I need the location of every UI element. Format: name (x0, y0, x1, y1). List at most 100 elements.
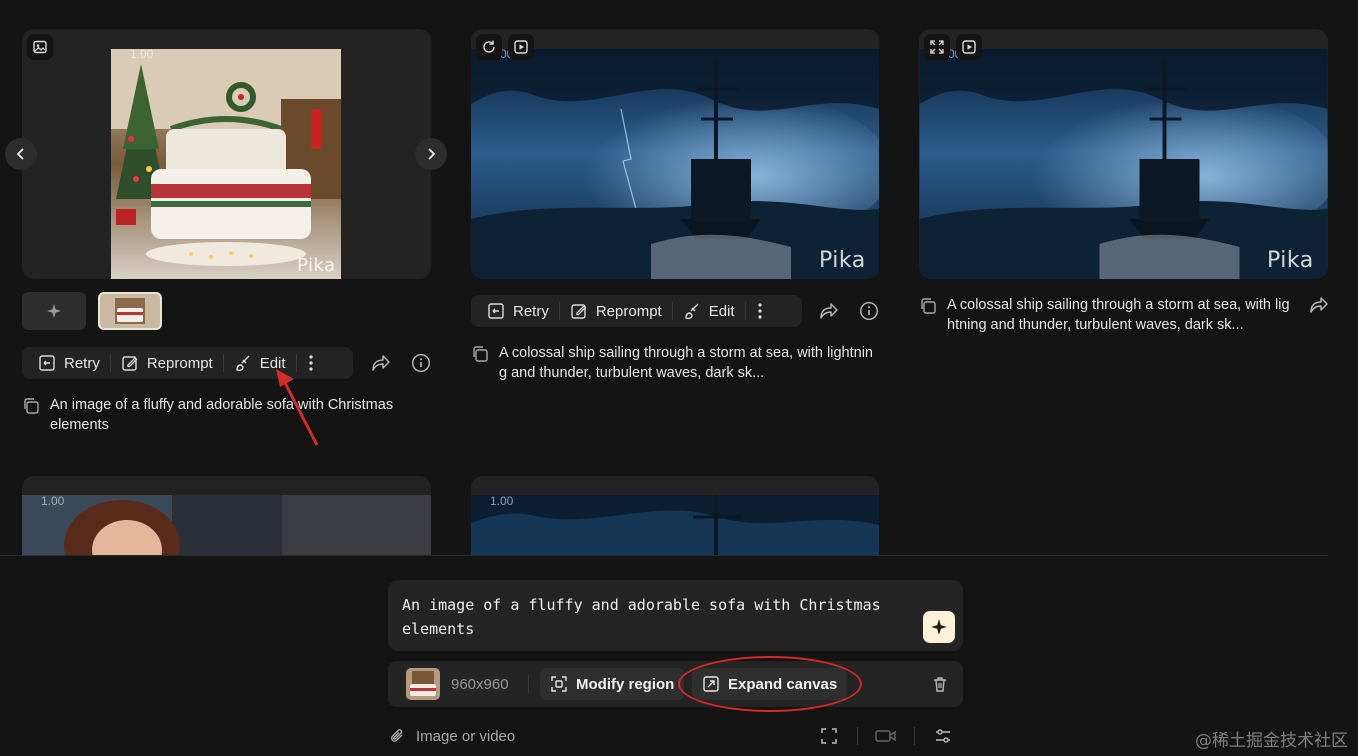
prompt-text[interactable]: An image of a fluffy and adorable sofa w… (402, 593, 922, 641)
region-select-icon (551, 676, 567, 692)
retry-icon (488, 303, 504, 319)
version-label: 1.00 (130, 47, 154, 61)
expand-arrows-icon (930, 40, 944, 54)
thumbnail-image (100, 294, 160, 328)
retry-label: Retry (513, 302, 549, 320)
attach-label: Image or video (416, 727, 516, 745)
sliders-icon (936, 729, 950, 743)
result-card-3[interactable]: 1.00 Pika (919, 29, 1328, 279)
edit-label: Edit (708, 302, 735, 320)
modify-region-button[interactable]: Modify region (540, 668, 685, 700)
annotation-highlight-ellipse (678, 656, 862, 712)
annotation-arrow (276, 369, 319, 446)
retry-icon (39, 355, 55, 371)
divider (914, 727, 915, 745)
add-variation-button[interactable] (22, 292, 86, 330)
edit-pencil-icon (122, 356, 138, 371)
previous-image-button[interactable] (5, 138, 37, 170)
more-options-button[interactable] (746, 299, 774, 323)
result-card-5[interactable]: 1.00 (471, 476, 879, 555)
version-label: 1.00 (41, 494, 65, 508)
chevron-right-icon (428, 148, 436, 160)
reprompt-label: Reprompt (146, 354, 213, 372)
settings-button[interactable] (932, 725, 954, 747)
sparkle-icon (931, 619, 947, 635)
restyle-badge (476, 34, 502, 60)
retry-button[interactable]: Retry (477, 299, 559, 323)
aspect-ratio-button[interactable] (818, 725, 840, 747)
edit-pencil-icon (571, 304, 587, 319)
caption-text: A colossal ship sailing through a storm … (947, 297, 1290, 333)
edit-options-bar: 960x960 Modify region Expand canvas (388, 661, 963, 707)
brush-icon (236, 355, 250, 372)
info-button[interactable] (410, 352, 432, 374)
pika-watermark: Pika (297, 255, 336, 276)
christmas-bedroom-image[interactable] (111, 49, 341, 279)
expand-badge (924, 34, 950, 60)
edit-button[interactable]: Edit (673, 299, 745, 323)
image-type-badge (27, 34, 53, 60)
divider (528, 675, 529, 693)
share-button[interactable] (1308, 294, 1330, 316)
sparkle-icon (47, 304, 61, 318)
pika-watermark: Pika (1267, 248, 1314, 273)
reprompt-button[interactable]: Reprompt (560, 299, 672, 323)
share-button[interactable] (818, 300, 840, 322)
delete-button[interactable] (929, 673, 951, 695)
storm-ship-video[interactable] (471, 49, 879, 279)
version-label: 1.00 (490, 494, 514, 508)
thumbnail-selected[interactable] (98, 292, 162, 330)
resolution-label: 960x960 (451, 676, 509, 693)
card-2-actions: Retry Reprompt Edit (471, 295, 802, 327)
more-vertical-icon (757, 303, 762, 319)
frame-corners-icon (821, 728, 837, 744)
share-icon (820, 303, 838, 319)
video-type-badge (508, 34, 534, 60)
chevron-left-icon (16, 148, 24, 160)
refresh-icon (483, 40, 495, 53)
divider (857, 727, 858, 745)
pika-watermark: Pika (819, 248, 866, 273)
copy-icon[interactable] (919, 297, 937, 315)
prompt-input[interactable]: An image of a fluffy and adorable sofa w… (388, 580, 963, 651)
trash-icon (934, 677, 946, 692)
caption-text: A colossal ship sailing through a storm … (499, 345, 873, 381)
next-image-button[interactable] (415, 138, 447, 170)
video-camera-icon (875, 730, 896, 742)
share-button[interactable] (370, 352, 392, 374)
reprompt-label: Reprompt (595, 302, 662, 320)
info-icon (411, 353, 431, 373)
portrait-image[interactable] (22, 495, 431, 555)
info-button[interactable] (858, 300, 880, 322)
paperclip-icon (391, 729, 403, 742)
storm-ship-video[interactable] (471, 495, 879, 555)
result-card-2[interactable]: 1.00 Pika (471, 29, 879, 279)
composer-divider (0, 555, 1328, 556)
image-icon (33, 40, 47, 54)
caption-text: An image of a fluffy and adorable sofa w… (50, 397, 394, 433)
camera-control-button[interactable] (875, 725, 897, 747)
info-icon (859, 301, 879, 321)
prompt-caption[interactable]: A colossal ship sailing through a storm … (919, 295, 1333, 335)
site-watermark: @稀土掘金技术社区 (1195, 731, 1348, 751)
generate-button[interactable] (923, 611, 955, 643)
share-icon (372, 355, 390, 371)
reprompt-button[interactable]: Reprompt (111, 351, 223, 375)
retry-label: Retry (64, 354, 100, 372)
reference-image-thumbnail[interactable] (406, 668, 440, 700)
share-icon (1310, 297, 1328, 313)
video-type-badge (956, 34, 982, 60)
retry-button[interactable]: Retry (28, 351, 110, 375)
storm-ship-video[interactable] (919, 49, 1328, 279)
play-icon (514, 40, 528, 54)
play-icon (962, 40, 976, 54)
result-card-4[interactable]: 1.00 (22, 476, 431, 555)
prompt-caption[interactable]: A colossal ship sailing through a storm … (471, 343, 881, 383)
copy-icon[interactable] (22, 397, 40, 415)
prompt-caption[interactable]: An image of a fluffy and adorable sofa w… (22, 395, 434, 435)
result-card-1[interactable]: 1.00 Pika (22, 29, 431, 279)
attach-media-button[interactable]: Image or video (388, 724, 515, 748)
copy-icon[interactable] (471, 345, 489, 363)
brush-icon (685, 303, 699, 320)
modify-region-label: Modify region (576, 675, 675, 693)
